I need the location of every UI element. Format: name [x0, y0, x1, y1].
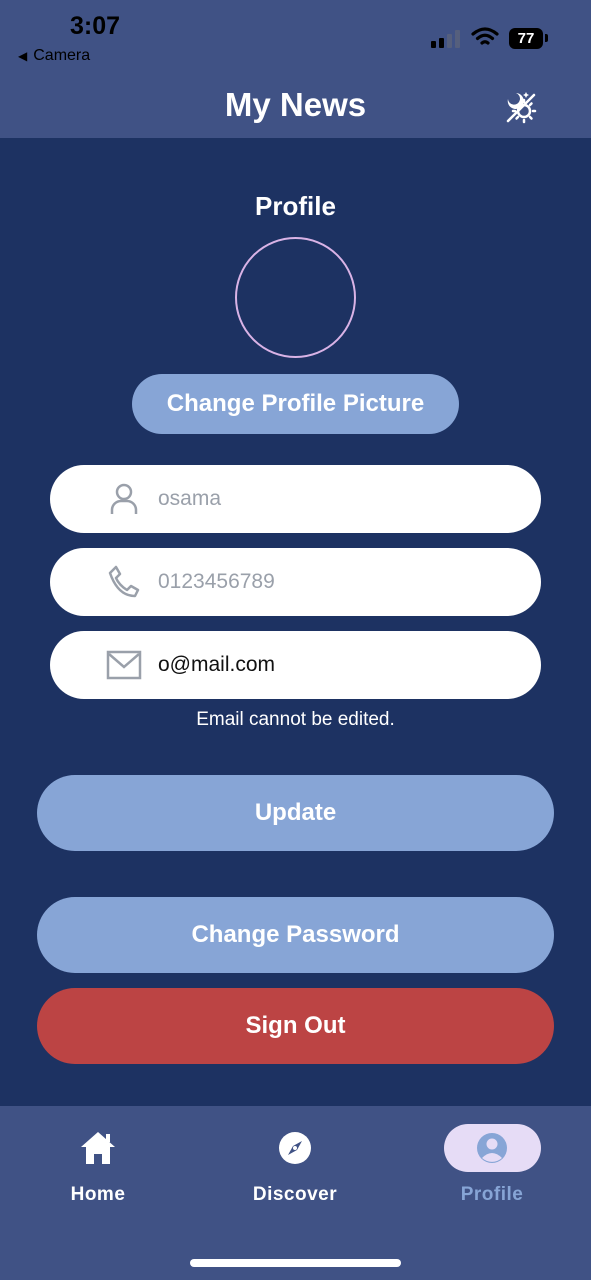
back-label: Camera: [33, 47, 91, 64]
home-indicator[interactable]: [190, 1259, 401, 1267]
nav-label-discover: Discover: [252, 1184, 338, 1205]
phone-value: 0123456789: [158, 570, 275, 593]
phone-field[interactable]: 0123456789: [50, 548, 541, 616]
email-field: o@mail.com: [50, 631, 541, 699]
mail-icon: [106, 650, 142, 680]
status-time: 3:07: [70, 12, 121, 40]
sign-out-button[interactable]: Sign Out: [37, 988, 554, 1064]
change-password-button[interactable]: Change Password: [37, 897, 554, 973]
phone-icon: [108, 565, 140, 598]
nav-active-pill: [443, 1124, 541, 1172]
email-note: Email cannot be edited.: [196, 709, 395, 730]
wifi-icon: [471, 27, 499, 45]
person-icon: [110, 483, 138, 514]
profile-icon: [477, 1133, 507, 1163]
back-arrow-icon: ◀: [18, 49, 28, 63]
back-to-camera-link[interactable]: ◀ Camera: [18, 47, 90, 65]
nav-label-home: Home: [70, 1184, 126, 1205]
email-value: o@mail.com: [158, 653, 276, 676]
cellular-signal-icon: [431, 30, 460, 48]
change-profile-picture-button[interactable]: Change Profile Picture: [132, 374, 459, 434]
day-night-toggle-icon[interactable]: [500, 87, 540, 127]
nav-item-home[interactable]: Home: [28, 1124, 168, 1206]
battery-indicator: 77: [509, 28, 543, 49]
compass-icon: [279, 1132, 311, 1164]
nav-item-profile[interactable]: Profile: [422, 1124, 562, 1206]
profile-avatar[interactable]: [235, 237, 356, 358]
nav-label-profile: Profile: [460, 1184, 524, 1205]
name-field[interactable]: osama: [50, 465, 541, 533]
nav-item-discover[interactable]: Discover: [225, 1124, 365, 1206]
home-icon: [81, 1132, 115, 1164]
name-value: osama: [158, 487, 222, 510]
update-button[interactable]: Update: [37, 775, 554, 851]
profile-section-title: Profile: [255, 191, 336, 221]
battery-nub: [545, 34, 548, 42]
